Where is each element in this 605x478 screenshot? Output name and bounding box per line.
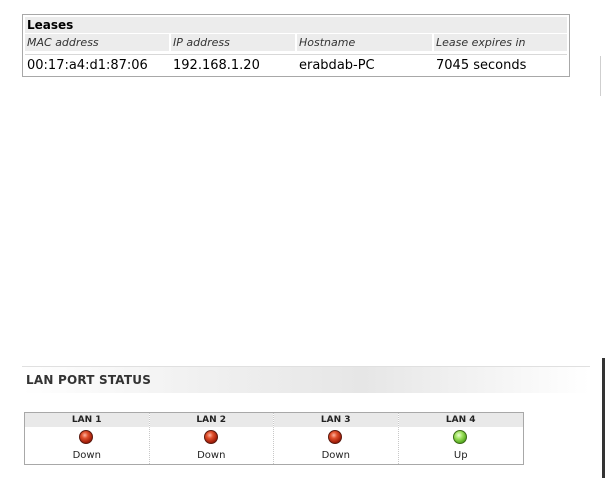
lease-mac: 00:17:a4:d1:87:06 [27,58,148,73]
lease-ip: 192.168.1.20 [173,58,260,73]
lease-hostname: erabdab-PC [299,58,375,73]
lan-port-2: LAN 2 Down [149,413,274,464]
port-status-text: Down [72,450,101,461]
port-status-text: Up [453,450,468,461]
page: Leases MAC address IP address Hostname L… [0,0,605,478]
lan-port-1: LAN 1 Down [25,413,150,464]
port-label: LAN 4 [398,413,523,427]
leases-title: Leases [25,17,567,33]
status-led-red-icon [203,430,218,444]
lan-port-4: LAN 4 Up [398,413,523,464]
status-led-green-icon [452,430,467,444]
port-status-text: Down [321,450,350,461]
lease-expires: 7045 seconds [436,58,527,73]
leases-header-row: MAC address IP address Hostname Lease ex… [25,34,567,51]
lan-port-status-header: LAN PORT STATUS [22,366,590,393]
port-label: LAN 1 [25,413,149,427]
column-lease-expires: Lease expires in [436,36,526,49]
lan-port-status-title: LAN PORT STATUS [26,373,152,387]
status-led-red-icon [79,430,93,444]
status-led-red-icon [328,430,342,444]
port-label: LAN 3 [274,413,398,427]
column-ip-address: IP address [171,34,297,51]
port-label: LAN 2 [149,413,273,427]
port-status-text: Down [197,450,226,461]
table-row: 00:17:a4:d1:87:06 192.168.1.20 erabdab-P… [25,54,567,77]
column-hostname: Hostname [297,34,434,51]
lan-port-status-table: LAN 1 Down LAN 2 Down LAN 3 Down LAN 4 U… [24,412,524,465]
leases-table: Leases MAC address IP address Hostname L… [22,14,570,77]
lan-port-3: LAN 3 Down [274,413,399,464]
column-mac-address: MAC address [25,34,171,51]
scrollbar-track-top [600,56,601,96]
